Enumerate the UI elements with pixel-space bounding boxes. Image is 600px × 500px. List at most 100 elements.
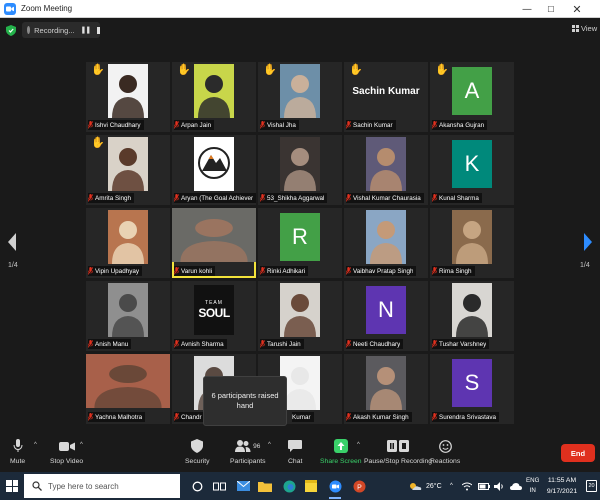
participant-tile[interactable]: Yachna Malhotra xyxy=(86,354,170,424)
view-label: View xyxy=(581,24,598,33)
participant-tile[interactable]: Rima Singh xyxy=(430,208,514,278)
participant-tile[interactable]: K Kunal Sharma xyxy=(430,135,514,205)
participant-tile[interactable]: Vaibhav Pratap Singh xyxy=(344,208,428,278)
participant-tile[interactable]: Varun kohli xyxy=(172,208,256,278)
participant-tile[interactable]: N Neeti Chaudhary xyxy=(344,281,428,351)
chat-button[interactable]: Chat xyxy=(288,438,302,465)
participant-tile[interactable]: ✋ Ishvi Chaudhary xyxy=(86,62,170,132)
taskbar-search-box[interactable]: Type here to search xyxy=(24,474,180,498)
participant-tile[interactable]: TEAM SOUL Avnish Sharma xyxy=(172,281,256,351)
participant-name: Ishvi Chaudhary xyxy=(95,121,141,129)
muted-mic-icon xyxy=(260,340,265,348)
participants-options-caret-icon[interactable]: ^ xyxy=(268,442,271,448)
muted-mic-icon xyxy=(346,413,351,421)
encryption-shield-icon[interactable] xyxy=(6,25,16,36)
svg-text:P: P xyxy=(357,484,362,491)
notification-count: 20 xyxy=(588,483,595,489)
volume-speaker-icon[interactable] xyxy=(494,472,504,500)
weather-sun-icon[interactable] xyxy=(408,472,422,500)
participant-tile[interactable]: Vishal Kumar Chaurasia xyxy=(344,135,428,205)
reactions-button[interactable]: Reactions xyxy=(430,438,460,465)
language-indicator[interactable]: ENG IN xyxy=(526,476,539,496)
audio-options-caret-icon[interactable]: ^ xyxy=(34,442,37,448)
cortana-circle-icon[interactable] xyxy=(188,477,206,495)
participant-video xyxy=(172,208,256,262)
mute-button[interactable]: Mute xyxy=(10,438,25,465)
participant-tile[interactable]: Anish Manu xyxy=(86,281,170,351)
tray-expand-caret-icon[interactable]: ^ xyxy=(450,472,453,500)
clock-date: 9/17/2021 xyxy=(546,488,578,495)
share-screen-button[interactable]: Share Screen xyxy=(320,438,362,465)
mail-icon[interactable] xyxy=(234,477,252,495)
weather-temperature[interactable]: 26°C xyxy=(426,472,442,500)
zoom-app-icon[interactable] xyxy=(326,477,344,499)
end-meeting-button[interactable]: End xyxy=(561,444,595,462)
pause-stop-recording-button[interactable]: Pause/Stop Recording xyxy=(364,438,432,465)
participant-tile[interactable]: Tarushi Jain xyxy=(258,281,342,351)
share-options-caret-icon[interactable]: ^ xyxy=(357,442,360,448)
pause-stop-recording-icon xyxy=(387,438,409,454)
next-page-arrow-icon[interactable] xyxy=(582,232,594,252)
participant-tile[interactable]: 53_Shikha Aggarwal xyxy=(258,135,342,205)
participant-tile[interactable]: Tushar Varshney xyxy=(430,281,514,351)
minimize-button[interactable]: — xyxy=(516,0,538,18)
sticky-notes-icon[interactable] xyxy=(302,477,320,495)
file-explorer-icon[interactable] xyxy=(256,477,274,495)
muted-mic-icon xyxy=(174,413,179,421)
battery-icon[interactable] xyxy=(478,472,490,500)
participant-name: Rinki Adhikari xyxy=(267,267,306,275)
recording-stop-icon[interactable] xyxy=(97,26,100,34)
participant-tile[interactable]: ✋ Arpan Jain xyxy=(172,62,256,132)
muted-mic-icon xyxy=(346,267,351,275)
notification-center-icon[interactable]: 20 xyxy=(586,480,597,492)
video-options-caret-icon[interactable]: ^ xyxy=(80,442,83,448)
participant-caption: Varun kohli xyxy=(174,266,216,276)
raised-hand-icon: ✋ xyxy=(177,64,191,76)
participant-tile[interactable]: R Rinki Adhikari xyxy=(258,208,342,278)
participant-caption: Ishvi Chaudhary xyxy=(88,120,144,130)
previous-page-arrow-icon[interactable] xyxy=(6,232,18,252)
participant-video xyxy=(280,137,320,191)
security-button[interactable]: Security xyxy=(185,438,210,465)
participant-tile[interactable]: ✋ Vishal Jha xyxy=(258,62,342,132)
powerpoint-icon[interactable]: P xyxy=(350,477,368,495)
close-button[interactable]: ✕ xyxy=(566,0,588,18)
wifi-icon[interactable] xyxy=(462,472,472,500)
maximize-button[interactable]: ☐ xyxy=(540,0,562,18)
participant-caption: Akash Kumar Singh xyxy=(346,412,412,422)
video-camera-icon xyxy=(58,438,75,454)
participant-initial-avatar: S xyxy=(452,359,492,407)
participant-tile[interactable]: Akash Kumar Singh xyxy=(344,354,428,424)
clock-time: 11:55 AM xyxy=(547,477,577,484)
edge-browser-icon[interactable] xyxy=(280,477,298,495)
onedrive-cloud-icon[interactable] xyxy=(510,472,522,500)
muted-mic-icon xyxy=(174,340,179,348)
taskbar-clock[interactable]: 11:55 AM 9/17/2021 xyxy=(540,475,584,497)
recording-pause-icon[interactable]: ❚❚ xyxy=(81,26,92,34)
view-grid-icon xyxy=(572,25,579,32)
participant-tile[interactable]: S Surendra Srivastava xyxy=(430,354,514,424)
participant-name: 53_Shikha Aggarwal xyxy=(267,194,325,202)
participants-label: Participants xyxy=(230,458,266,465)
participant-tile[interactable]: Sachin Kumar ✋ Sachin Kumar xyxy=(344,62,428,132)
participant-tile[interactable]: Aryan (The Goal Achievers) xyxy=(172,135,256,205)
participant-name: Anish Manu xyxy=(95,340,129,348)
meeting-toolbar: Mute ^ Stop Video ^ Security 96 Particip… xyxy=(0,434,600,472)
participant-tile[interactable]: ✋ Amrita Singh xyxy=(86,135,170,205)
participant-caption: Neeti Chaudhary xyxy=(346,339,404,349)
task-view-icon[interactable] xyxy=(210,477,228,495)
participant-initial-avatar: K xyxy=(452,140,492,188)
participants-button[interactable]: 96 Participants xyxy=(230,438,266,465)
language-bottom: IN xyxy=(529,487,536,494)
search-icon xyxy=(32,481,42,491)
view-button[interactable]: View xyxy=(572,24,597,33)
recording-indicator: Recording... ❚❚ xyxy=(22,22,100,38)
reactions-smiley-icon xyxy=(438,438,452,454)
microphone-icon xyxy=(13,438,23,454)
stop-video-button[interactable]: Stop Video xyxy=(50,438,83,465)
team-soul-logo-word: SOUL xyxy=(198,306,230,320)
participant-tile[interactable]: A ✋ Akansha Gujran xyxy=(430,62,514,132)
windows-start-icon[interactable] xyxy=(6,480,18,492)
chat-label: Chat xyxy=(288,458,303,465)
participant-tile[interactable]: Vipin Upadhyay xyxy=(86,208,170,278)
